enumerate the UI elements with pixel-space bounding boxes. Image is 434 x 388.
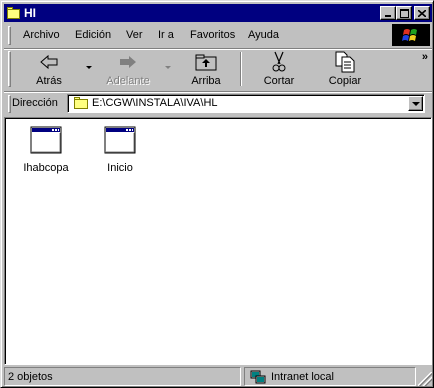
folder-icon	[74, 97, 88, 109]
window-title: HI	[24, 6, 36, 20]
copy-button[interactable]: Copiar	[322, 51, 368, 89]
copy-label: Copiar	[328, 75, 362, 87]
menu-archivo[interactable]: Archivo	[23, 29, 60, 41]
status-zone-label: Intranet local	[271, 371, 334, 383]
menu-grip[interactable]	[8, 26, 11, 45]
maximize-button[interactable]	[396, 6, 412, 20]
windows-logo-icon	[392, 24, 430, 46]
menu-edicion[interactable]: Edición	[75, 29, 111, 41]
address-input[interactable]: E:\CGW\INSTALA\IVA\HL	[67, 94, 425, 113]
toolbar-more-chevron[interactable]: »	[422, 51, 428, 63]
forward-button[interactable]: Adelante	[102, 51, 154, 89]
forward-arrow-icon	[120, 56, 136, 68]
address-bar: Dirección E:\CGW\INSTALA\IVA\HL	[4, 93, 432, 115]
address-label: Dirección	[12, 97, 58, 109]
up-label: Arriba	[191, 75, 221, 87]
status-zone: Intranet local	[244, 367, 416, 386]
scissors-icon	[272, 51, 286, 72]
address-dropdown-button[interactable]	[408, 96, 423, 111]
menu-bar: Archivo Edición Ver Ir a Favoritos Ayuda	[4, 24, 432, 49]
menu-ver[interactable]: Ver	[126, 29, 143, 41]
address-value: E:\CGW\INSTALA\IVA\HL	[92, 97, 218, 109]
back-dropdown-arrow[interactable]	[86, 66, 92, 69]
up-button[interactable]: Arriba	[185, 51, 227, 89]
minimize-icon	[385, 14, 391, 17]
cut-label: Cortar	[263, 75, 295, 87]
file-item[interactable]: Inicio	[85, 124, 155, 174]
cut-button[interactable]: Cortar	[257, 51, 301, 89]
close-icon	[418, 9, 426, 17]
program-window-icon	[104, 124, 136, 156]
menu-ayuda[interactable]: Ayuda	[248, 29, 279, 41]
status-object-count: 2 objetos	[4, 367, 241, 386]
file-view[interactable]: Ihabcopa Inicio	[4, 117, 432, 365]
toolbar-separator	[240, 52, 242, 86]
menu-favoritos[interactable]: Favoritos	[190, 29, 235, 41]
file-name: Ihabcopa	[23, 162, 69, 174]
file-name: Inicio	[107, 162, 133, 174]
toolbar: Atrás Adelante Arriba Cortar Copiar »	[4, 49, 432, 92]
folder-icon	[7, 7, 21, 19]
back-button[interactable]: Atrás	[28, 51, 70, 89]
address-grip[interactable]	[8, 95, 11, 113]
back-arrow-icon	[40, 54, 58, 70]
intranet-zone-icon	[250, 370, 266, 384]
title-bar[interactable]: HI	[4, 4, 432, 22]
close-button[interactable]	[414, 6, 430, 20]
toolbar-grip[interactable]	[8, 51, 11, 87]
back-label: Atrás	[36, 75, 62, 87]
status-bar: 2 objetos Intranet local	[4, 367, 432, 386]
menu-ir-a[interactable]: Ir a	[158, 29, 174, 41]
maximize-icon	[399, 8, 409, 18]
program-window-icon	[30, 124, 62, 156]
forward-label: Adelante	[106, 75, 150, 87]
file-item[interactable]: Ihabcopa	[11, 124, 81, 174]
minimize-button[interactable]	[380, 6, 396, 20]
resize-grip[interactable]	[418, 372, 432, 386]
forward-dropdown-arrow[interactable]	[165, 66, 171, 69]
copy-icon	[335, 51, 355, 73]
up-folder-icon	[195, 54, 217, 71]
explorer-window: HI Archivo Edición Ver Ir a Favoritos Ay…	[0, 0, 434, 388]
